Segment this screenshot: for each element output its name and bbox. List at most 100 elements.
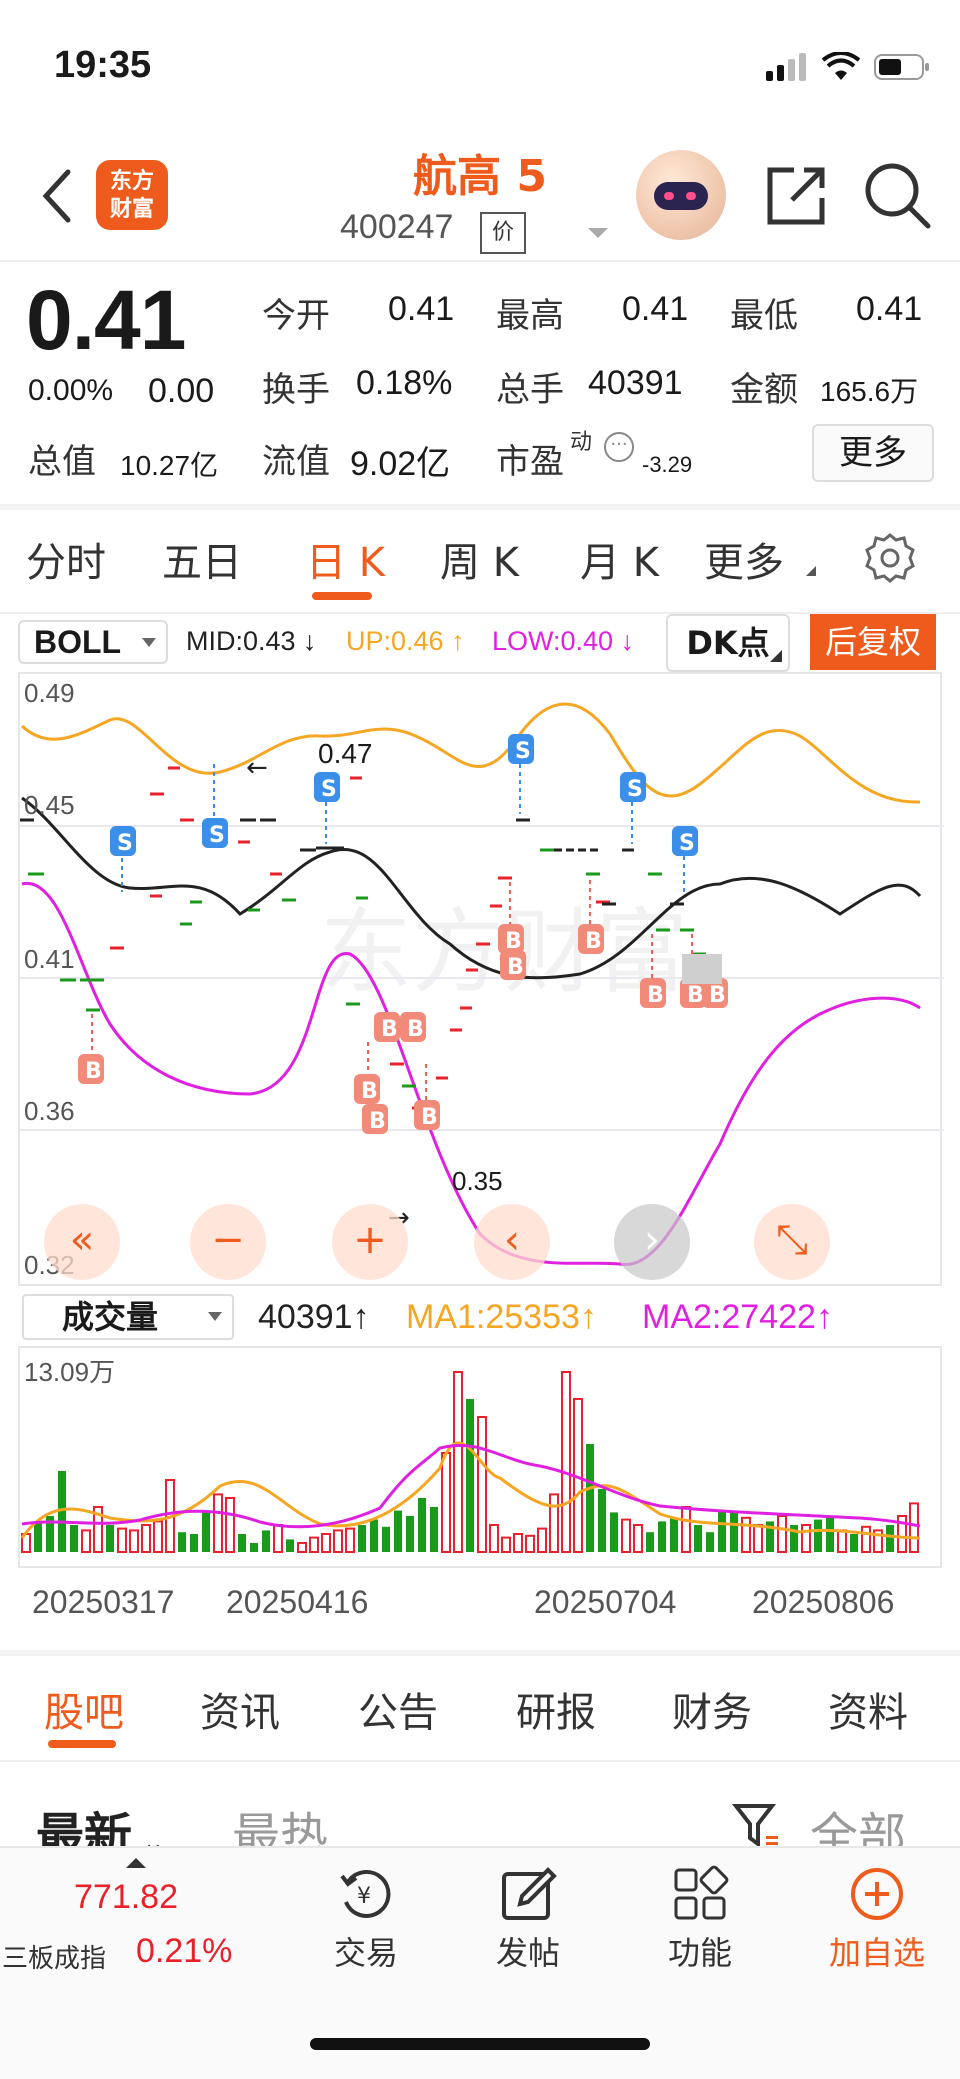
volume-svg [20, 1371, 921, 1554]
function-icon [674, 1865, 729, 1920]
volume-bar [777, 1515, 787, 1553]
volume-indicator-select[interactable]: 成交量 [22, 1294, 234, 1340]
quote-divider [0, 504, 960, 510]
turnover-value: 0.18% [356, 364, 453, 402]
volume-chart[interactable] [18, 1346, 942, 1568]
y-label-3: 0.36 [24, 1096, 75, 1126]
svg-text:B: B [369, 1109, 386, 1134]
volume-bar [706, 1532, 714, 1552]
volume-bar [382, 1526, 390, 1552]
volume-ma1: MA1:25353↑ [406, 1298, 597, 1336]
svg-text:B: B [647, 983, 664, 1008]
volume-bar [670, 1517, 678, 1552]
tab-intraday[interactable]: 分时 [26, 530, 106, 588]
gear-icon[interactable] [864, 532, 916, 584]
volume-value: 40391 [588, 364, 683, 402]
scroll-right-button[interactable]: › [614, 1204, 690, 1280]
svg-text:¥: ¥ [357, 1884, 371, 1909]
index-name[interactable]: 三板成指 [2, 1938, 106, 1975]
tab-monthly-k[interactable]: 月 K [580, 530, 659, 588]
nav-function[interactable]: 功能 [640, 1864, 760, 1974]
volume-y-label: 13.09万 [24, 1357, 116, 1387]
tab-profile[interactable]: 资料 [828, 1680, 908, 1738]
filter-icon[interactable] [732, 1800, 780, 1850]
tab-finance[interactable]: 财务 [672, 1680, 752, 1738]
volume-bar [477, 1416, 487, 1553]
highlight-marker [682, 954, 722, 984]
volume-bar [646, 1532, 654, 1552]
volume-bar [814, 1519, 822, 1552]
volume-value: 40391↑ [258, 1298, 370, 1336]
volume-bar [441, 1452, 451, 1553]
zoom-in-button[interactable]: + [332, 1204, 408, 1280]
nav-post[interactable]: 发帖 [468, 1864, 588, 1974]
volume-bar [81, 1529, 91, 1553]
nav-trade[interactable]: ¥ 交易 [306, 1864, 426, 1974]
nav-add-watch[interactable]: 加自选 [812, 1864, 942, 1974]
post-icon [502, 1867, 557, 1920]
stock-name[interactable]: 航高 5 [380, 140, 580, 204]
header-divider [0, 260, 960, 262]
tab-five-day[interactable]: 五日 [162, 530, 242, 588]
high-label: 最高 [496, 296, 564, 336]
tabs-divider [0, 1760, 960, 1762]
price-tag[interactable]: 价 [480, 212, 526, 254]
svg-text:B: B [507, 955, 524, 980]
volume-bar [117, 1527, 127, 1554]
volume-bar [406, 1516, 414, 1552]
float-label: 流值 [262, 442, 330, 482]
svg-text:B: B [709, 983, 726, 1008]
chevron-up-icon[interactable] [126, 1858, 146, 1868]
volume-bar [886, 1525, 894, 1552]
volume-bar [826, 1516, 834, 1552]
assistant-avatar[interactable] [636, 150, 726, 240]
tab-more[interactable]: 更多 [704, 530, 784, 588]
y-label-0: 0.49 [24, 678, 75, 708]
fullscreen-button[interactable]: ⤡ [754, 1204, 830, 1280]
volume-ma2: MA2:27422↑ [642, 1298, 833, 1336]
scroll-left-button[interactable]: ‹ [474, 1204, 550, 1280]
tab-daily-k[interactable]: 日 K [306, 530, 385, 588]
volume-bar [34, 1521, 42, 1552]
status-time: 19:35 [54, 44, 152, 86]
tab-announcement[interactable]: 公告 [358, 1680, 438, 1738]
chevron-down-icon[interactable] [588, 228, 608, 238]
tab-weekly-k[interactable]: 周 K [440, 530, 519, 588]
mktcap-value: 10.27亿 [120, 450, 219, 481]
boll-mid: MID:0.43 ↓ [186, 626, 317, 656]
info-icon[interactable]: ··· [604, 432, 634, 462]
date-label-0: 20250317 [32, 1584, 175, 1620]
indicator-select[interactable]: BOLL [18, 620, 168, 664]
volume-bar [262, 1530, 270, 1552]
zoom-out-button[interactable]: − [190, 1204, 266, 1280]
svg-text:S: S [321, 777, 337, 802]
volume-bar [741, 1516, 751, 1554]
status-icons [764, 52, 930, 82]
volume-bar [837, 1529, 847, 1553]
adjust-button[interactable]: 后复权 [810, 614, 936, 670]
search-icon[interactable] [862, 160, 932, 230]
dk-point-button[interactable]: DK点 [666, 614, 790, 672]
back-icon[interactable] [36, 166, 76, 226]
svg-text:B: B [381, 1017, 398, 1042]
y-label-2: 0.41 [24, 944, 75, 974]
scroll-left-fast-button[interactable]: « [44, 1204, 120, 1280]
volume-bar [681, 1506, 691, 1553]
volume-bar [489, 1524, 499, 1553]
float-value: 9.02亿 [350, 445, 451, 483]
low-value: 0.41 [856, 290, 923, 328]
sell-markers: S S S S S S [110, 734, 698, 896]
volume-bar [202, 1512, 210, 1552]
index-pct[interactable]: 0.21% [136, 1932, 232, 1971]
share-icon[interactable] [764, 162, 830, 228]
more-quote-button[interactable]: 更多 [812, 424, 934, 482]
volume-bar [633, 1524, 643, 1553]
volume-bar [309, 1536, 319, 1554]
stock-code[interactable]: 400247 [340, 208, 453, 247]
index-value[interactable]: 771.82 [74, 1878, 178, 1917]
tab-news[interactable]: 资讯 [200, 1680, 280, 1738]
svg-text:S: S [117, 831, 133, 856]
tab-research[interactable]: 研报 [516, 1680, 596, 1738]
volume-bar [238, 1534, 246, 1552]
tab-guba[interactable]: 股吧 [44, 1680, 124, 1738]
